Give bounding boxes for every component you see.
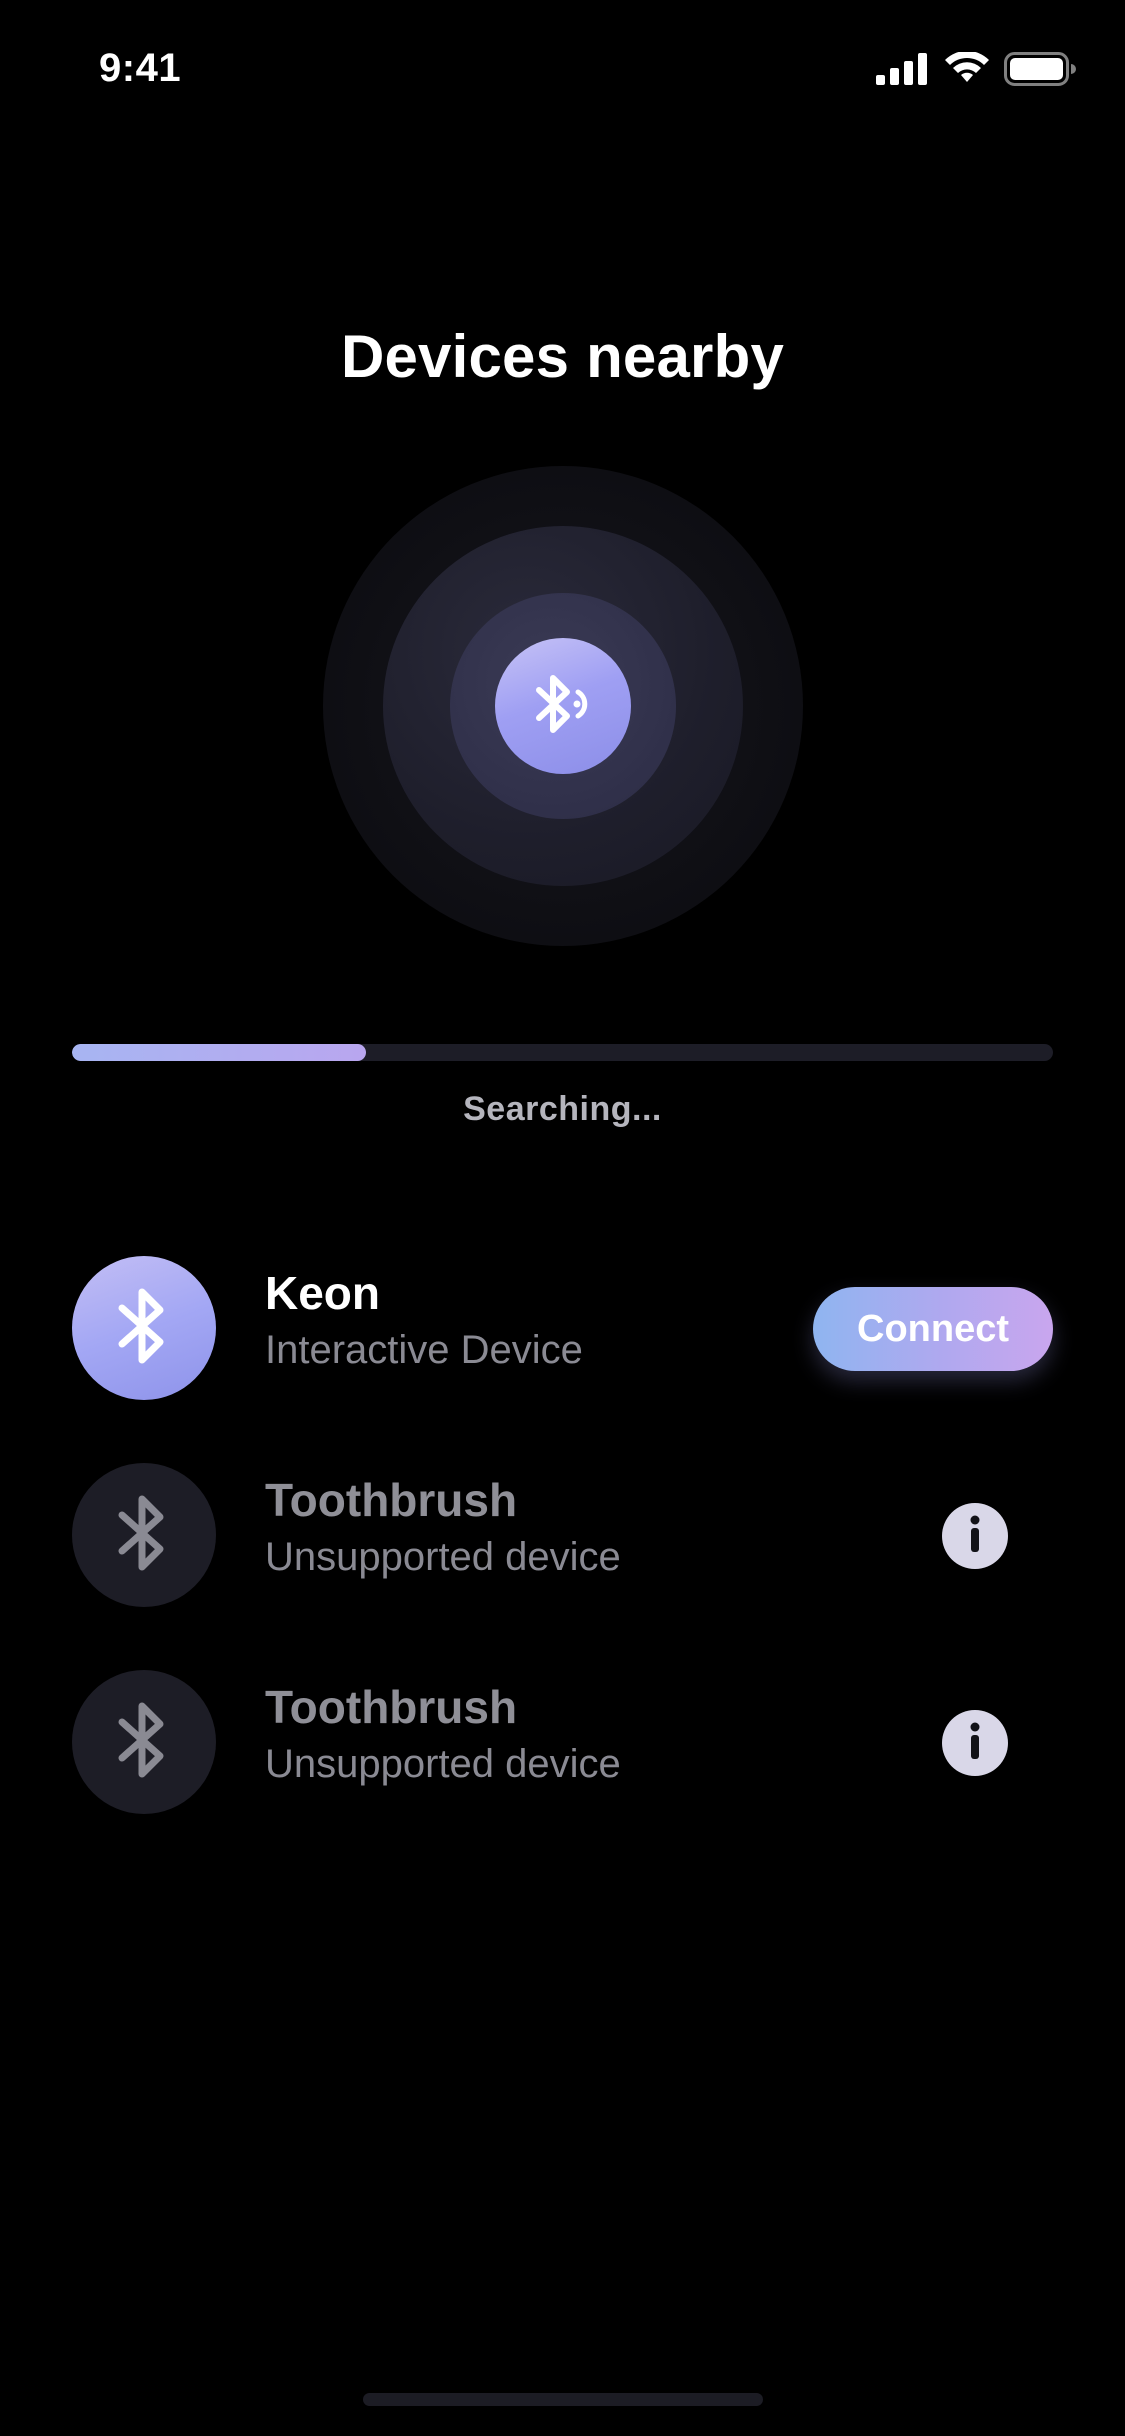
device-avatar (72, 1670, 216, 1814)
status-bar: 9:41 (0, 0, 1125, 132)
device-row-keon[interactable]: Keon Interactive Device Connect (0, 1256, 1125, 1402)
device-name: Toothbrush (265, 1474, 518, 1526)
bluetooth-icon (114, 1493, 174, 1578)
home-indicator[interactable] (363, 2393, 763, 2406)
device-name: Keon (265, 1267, 380, 1319)
device-type: Interactive Device (265, 1328, 583, 1372)
bluetooth-icon (114, 1700, 174, 1785)
device-row-toothbrush[interactable]: Toothbrush Unsupported device (0, 1463, 1125, 1609)
device-avatar (72, 1463, 216, 1607)
info-icon (965, 1514, 985, 1559)
searching-label: Searching... (463, 1090, 662, 1128)
bluetooth-searching-icon (533, 672, 593, 741)
device-avatar (72, 1256, 216, 1400)
connect-button[interactable]: Connect (813, 1287, 1053, 1371)
info-icon (965, 1721, 985, 1766)
device-type: Unsupported device (265, 1535, 621, 1579)
search-progress-fill (72, 1044, 367, 1061)
bluetooth-radar (323, 466, 803, 946)
status-time: 9:41 (99, 46, 182, 90)
info-button[interactable] (942, 1710, 1008, 1776)
search-progress-bar (72, 1044, 1053, 1061)
bluetooth-icon (114, 1286, 174, 1371)
battery-icon (1004, 52, 1076, 91)
wifi-icon (944, 50, 990, 91)
page-title: Devices nearby (340, 323, 785, 390)
status-icons (876, 50, 1076, 91)
device-name: Toothbrush (265, 1681, 518, 1733)
device-type: Unsupported device (265, 1742, 621, 1786)
info-button[interactable] (942, 1503, 1008, 1569)
cellular-signal-icon (876, 53, 930, 90)
radar-core (495, 638, 631, 774)
device-row-toothbrush[interactable]: Toothbrush Unsupported device (0, 1670, 1125, 1816)
